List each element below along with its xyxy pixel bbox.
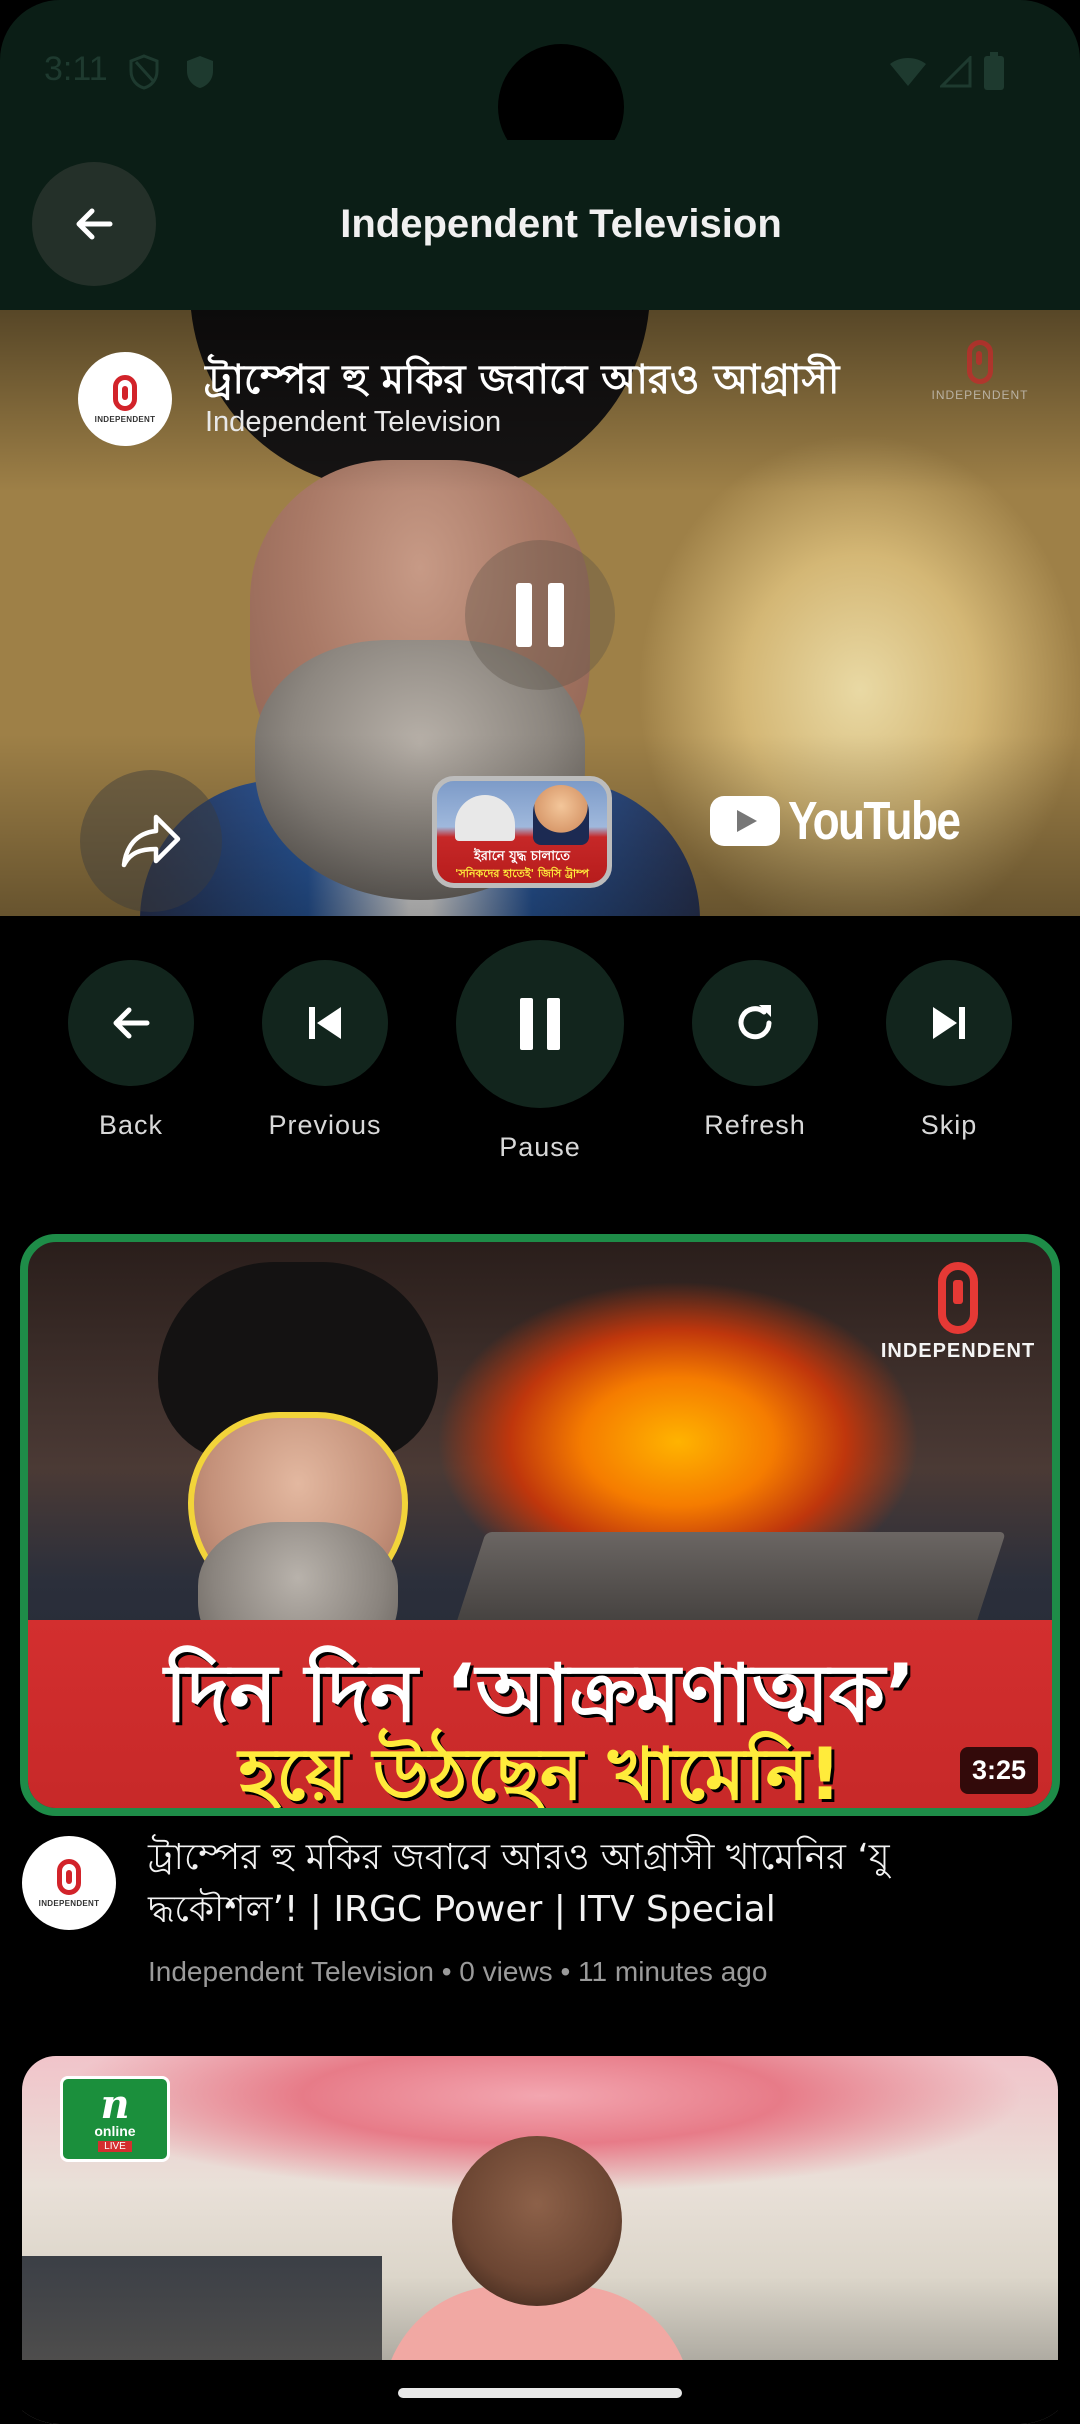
control-back-label: Back (98, 1110, 164, 1140)
security-status-icon (187, 56, 213, 88)
ntv-logo-sub: online (94, 2122, 136, 2139)
thumbnail-reporter-face (452, 2136, 622, 2306)
youtube-logo[interactable]: YouTube (710, 790, 997, 852)
thumbnail-headline-2: হয়ে উঠছেন খামেনি! (238, 1732, 842, 1816)
video-channel-name: Independent Television (205, 406, 502, 438)
up-next-thumbnail[interactable]: ইরানে যুদ্ধ চালাতে 'সনিকদের হাতেই' জিসি … (432, 776, 612, 888)
shield-status-icon (129, 54, 159, 90)
duration-badge: 3:25 (959, 1747, 1038, 1794)
wifi-icon (890, 58, 926, 86)
control-previous-label: Previous (268, 1110, 382, 1140)
avatar-logo-text: INDEPENDENT (94, 414, 156, 424)
pause-icon (520, 998, 560, 1050)
signal-icon (940, 56, 972, 88)
control-pause-label: Pause (499, 1132, 581, 1162)
control-skip-button[interactable] (886, 960, 1012, 1086)
ntv-live-badge: LIVE (98, 2140, 132, 2152)
arrow-left-icon (113, 1007, 150, 1039)
ntv-logo-letter: n (100, 2080, 130, 2128)
control-back[interactable]: Back (68, 960, 194, 1141)
control-refresh-label: Refresh (704, 1110, 806, 1140)
independent-watermark-icon (938, 1262, 978, 1334)
battery-icon (984, 52, 1004, 90)
control-pause-button[interactable] (456, 940, 624, 1108)
thumbnail-watermark: INDEPENDENT (878, 1262, 1038, 1363)
video-player[interactable]: INDEPENDENT ট্রাম্পের হু মকির জবাবে আরও … (0, 310, 1080, 916)
page-title: Independent Television (340, 202, 782, 246)
player-pause-button[interactable] (465, 540, 615, 690)
youtube-wordmark: YouTube (788, 791, 961, 851)
skip-next-icon (933, 1007, 965, 1039)
youtube-play-icon (710, 796, 780, 846)
feed-video-meta: Independent Television • 0 views • 11 mi… (148, 1956, 768, 1987)
ntv-logo: n online LIVE (60, 2076, 170, 2162)
gesture-nav-bar (0, 2360, 1080, 2424)
player-controls: Back Previous Pause Refresh Skip (0, 916, 1080, 1216)
control-skip[interactable]: Skip (886, 960, 1012, 1141)
control-back-button[interactable] (68, 960, 194, 1086)
independent-logo-icon (57, 1858, 81, 1895)
skip-previous-icon (309, 1007, 341, 1039)
feed-avatar-logo-text: INDEPENDENT (38, 1898, 100, 1908)
home-indicator[interactable] (398, 2388, 682, 2398)
feed-channel-avatar[interactable]: INDEPENDENT (22, 1836, 116, 1930)
control-pause[interactable]: Pause (456, 940, 624, 1163)
control-previous[interactable]: Previous (262, 960, 388, 1141)
app-screen: 3:11 Independent Television INDEPENDENT … (0, 0, 1080, 2424)
share-icon (121, 814, 181, 868)
independent-logo-icon (113, 374, 137, 411)
refresh-icon (738, 1005, 772, 1040)
channel-watermark: INDEPENDENT (930, 340, 1030, 402)
app-bar: Independent Television (0, 140, 1080, 310)
watermark-text: INDEPENDENT (931, 388, 1029, 402)
control-refresh[interactable]: Refresh (692, 960, 818, 1141)
video-title: ট্রাম্পের হু মকির জবাবে আরও আগ্রাসী (204, 357, 840, 403)
status-time: 3:11 (44, 50, 108, 88)
video-thumbnail-active[interactable]: দিন দিন ‘আক্রমণাত্মক’ হয়ে উঠছেন খামেনি!… (20, 1234, 1060, 1816)
person-image (533, 785, 589, 845)
channel-avatar[interactable]: INDEPENDENT (78, 352, 172, 446)
control-previous-button[interactable] (262, 960, 388, 1086)
thumbnail-watermark-text: INDEPENDENT (880, 1340, 1036, 1362)
up-next-line2: 'সনিকদের হাতেই' জিসি ট্রাম্প (455, 867, 589, 880)
control-refresh-button[interactable] (692, 960, 818, 1086)
control-skip-label: Skip (920, 1110, 978, 1140)
capitol-image (455, 795, 515, 841)
status-bar: 3:11 (0, 0, 1080, 170)
feed-video-title[interactable]: ট্রাম্পের হু মকির জবাবে আরও আগ্রাসী খামে… (148, 1832, 1028, 1936)
share-button[interactable] (80, 770, 222, 912)
pause-icon (516, 583, 564, 647)
independent-watermark-icon (967, 340, 993, 384)
